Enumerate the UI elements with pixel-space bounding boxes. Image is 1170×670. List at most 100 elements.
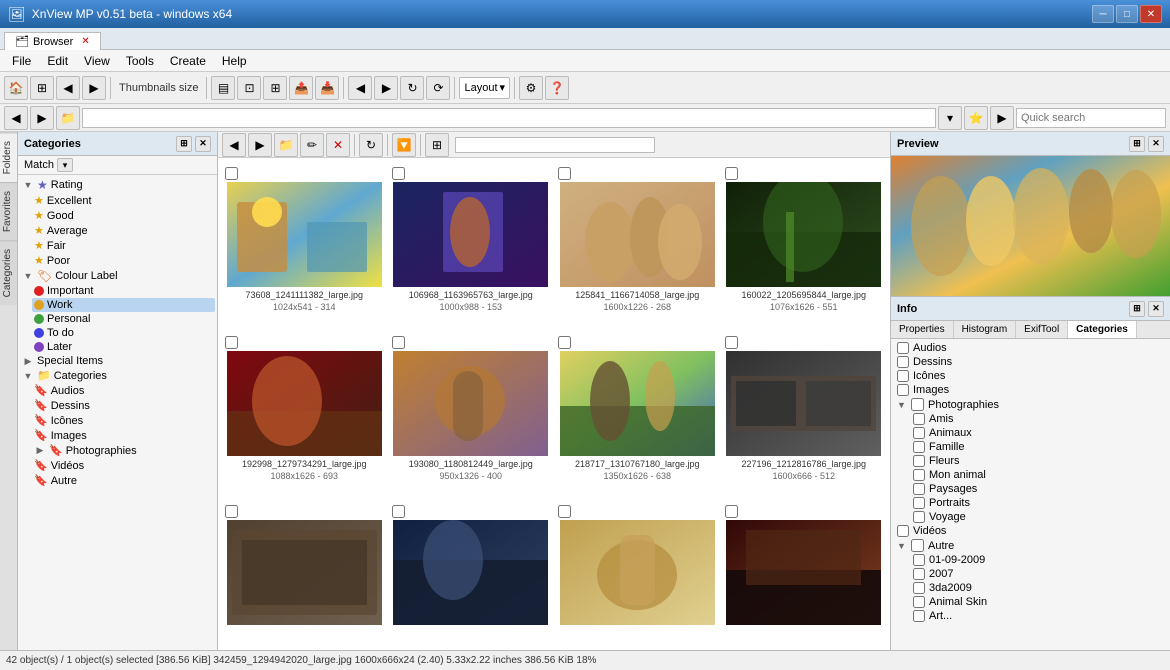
check-photographies[interactable] — [911, 398, 924, 411]
rating-fair[interactable]: ★ Fair — [32, 238, 215, 253]
file-item-3[interactable]: 160022_1205695844_large.jpg 1076x1626 - … — [722, 162, 887, 329]
ft-grid[interactable]: ⊞ — [425, 133, 449, 157]
cat-autre[interactable]: 🔖 Autre — [32, 473, 215, 488]
ft-back[interactable]: ◀ — [222, 133, 246, 157]
menu-view[interactable]: View — [76, 52, 118, 70]
rating-excellent[interactable]: ★ Excellent — [32, 193, 215, 208]
categories-group[interactable]: ▼ 📁 Categories — [20, 368, 215, 383]
file-item-7[interactable]: 227196_1212816786_large.jpg 1600x666 - 5… — [722, 331, 887, 498]
cat-photographies[interactable]: ▶ 🔖 Photographies — [32, 443, 215, 458]
close-button[interactable]: ✕ — [1140, 5, 1162, 23]
check-paysages[interactable] — [913, 483, 925, 495]
tab-exiftool[interactable]: ExifTool — [1016, 321, 1068, 338]
info-close-btn[interactable]: ✕ — [1148, 301, 1164, 317]
file-item-10[interactable] — [555, 500, 720, 646]
info-cat-autre-group[interactable]: ▼ Autre — [893, 538, 1168, 553]
label-work[interactable]: Work — [32, 298, 215, 312]
nav-back-button[interactable]: ◀ — [56, 76, 80, 100]
cat-expand-btn[interactable]: ⊞ — [176, 136, 192, 152]
check-2007[interactable] — [913, 568, 925, 580]
addr-back-button[interactable]: ◀ — [4, 106, 28, 130]
check-monanimal[interactable] — [913, 469, 925, 481]
ft-refresh[interactable]: ↻ — [359, 133, 383, 157]
grid-view-button[interactable]: ⊞ — [30, 76, 54, 100]
menu-help[interactable]: Help — [214, 52, 255, 70]
menu-create[interactable]: Create — [162, 52, 214, 70]
favorites-tab[interactable]: Favorites — [0, 182, 17, 240]
cat-audios[interactable]: 🔖 Audios — [32, 383, 215, 398]
file-check-2[interactable] — [558, 167, 571, 180]
addr-dropdown-btn[interactable]: ▾ — [938, 106, 962, 130]
nav-forward-button[interactable]: ▶ — [82, 76, 106, 100]
cat-images[interactable]: 🔖 Images — [32, 428, 215, 443]
file-check-8[interactable] — [225, 505, 238, 518]
file-item-8[interactable] — [222, 500, 387, 646]
check-dessins[interactable] — [897, 356, 909, 368]
label-later[interactable]: Later — [32, 340, 215, 354]
file-check-7[interactable] — [725, 336, 738, 349]
cat-icones[interactable]: 🔖 Icônes — [32, 413, 215, 428]
rating-poor[interactable]: ★ Poor — [32, 253, 215, 268]
preview-close-btn[interactable]: ✕ — [1148, 136, 1164, 152]
check-autre[interactable] — [911, 539, 924, 552]
menu-tools[interactable]: Tools — [118, 52, 162, 70]
menu-edit[interactable]: Edit — [39, 52, 76, 70]
file-check-1[interactable] — [392, 167, 405, 180]
check-fleurs[interactable] — [913, 455, 925, 467]
file-slider[interactable] — [455, 137, 655, 153]
check-art[interactable] — [913, 610, 925, 622]
check-voyage[interactable] — [913, 511, 925, 523]
check-famille[interactable] — [913, 441, 925, 453]
categories-tab[interactable]: Categories — [0, 240, 17, 305]
maximize-button[interactable]: □ — [1116, 5, 1138, 23]
browser-tab-close[interactable]: ✕ — [81, 36, 89, 47]
file-check-3[interactable] — [725, 167, 738, 180]
tab-categories[interactable]: Categories — [1068, 321, 1137, 338]
label-todo[interactable]: To do — [32, 326, 215, 340]
ft-filter[interactable]: 🔽 — [392, 133, 416, 157]
import-button[interactable]: 📥 — [315, 76, 339, 100]
ft-up[interactable]: 📁 — [274, 133, 298, 157]
ft-forward[interactable]: ▶ — [248, 133, 272, 157]
check-01092009[interactable] — [913, 554, 925, 566]
minimize-button[interactable]: ─ — [1092, 5, 1114, 23]
cat-dessins[interactable]: 🔖 Dessins — [32, 398, 215, 413]
ft-edit[interactable]: ✏ — [300, 133, 324, 157]
file-item-4[interactable]: 192998_1279734291_large.jpg 1088x1626 - … — [222, 331, 387, 498]
file-item-1[interactable]: 106968_1163965763_large.jpg 1000x988 - 1… — [389, 162, 554, 329]
fullscreen-button[interactable]: ⊞ — [263, 76, 287, 100]
tab-properties[interactable]: Properties — [891, 321, 954, 338]
folders-tab[interactable]: Folders — [0, 132, 17, 182]
help-button[interactable]: ❓ — [545, 76, 569, 100]
preview-expand-btn[interactable]: ⊞ — [1129, 136, 1145, 152]
check-videos[interactable] — [897, 525, 909, 537]
check-portraits[interactable] — [913, 497, 925, 509]
file-check-9[interactable] — [392, 505, 405, 518]
check-3da2009[interactable] — [913, 582, 925, 594]
thumb-size-small[interactable]: ⊡ — [237, 76, 261, 100]
label-important[interactable]: Important — [32, 284, 215, 298]
nav-prev-button[interactable]: ◀ — [348, 76, 372, 100]
label-personal[interactable]: Personal — [32, 312, 215, 326]
info-expand-btn[interactable]: ⊞ — [1129, 301, 1145, 317]
file-check-4[interactable] — [225, 336, 238, 349]
file-check-5[interactable] — [392, 336, 405, 349]
check-animaux[interactable] — [913, 427, 925, 439]
file-check-11[interactable] — [725, 505, 738, 518]
check-amis[interactable] — [913, 413, 925, 425]
rating-average[interactable]: ★ Average — [32, 223, 215, 238]
check-audios[interactable] — [897, 342, 909, 354]
settings-button[interactable]: ⚙ — [519, 76, 543, 100]
home-button[interactable]: 🏠 — [4, 76, 28, 100]
thumb-size-button[interactable]: ▤ — [211, 76, 235, 100]
sync-button[interactable]: ⟳ — [426, 76, 450, 100]
cat-close-btn[interactable]: ✕ — [195, 136, 211, 152]
ft-delete[interactable]: ✕ — [326, 133, 350, 157]
file-item-6[interactable]: 218717_1310767180_large.jpg 1350x1626 - … — [555, 331, 720, 498]
rating-group[interactable]: ▼ ★ Rating — [20, 177, 215, 193]
colour-label-group[interactable]: ▼ 🏷 Colour Label — [20, 268, 215, 284]
tab-histogram[interactable]: Histogram — [954, 321, 1017, 338]
export-button[interactable]: 📤 — [289, 76, 313, 100]
file-item-11[interactable] — [722, 500, 887, 646]
file-item-9[interactable] — [389, 500, 554, 646]
